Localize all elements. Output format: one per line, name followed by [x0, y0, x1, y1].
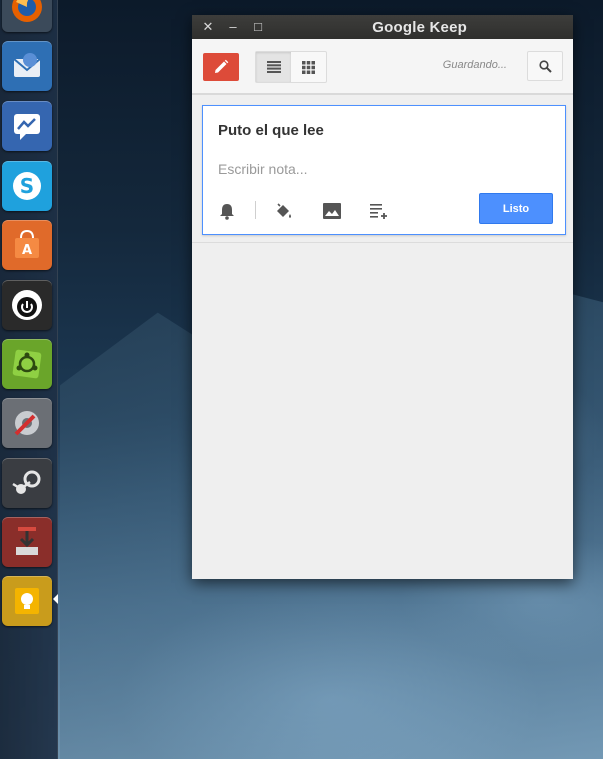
toolbar: Guardando...: [192, 39, 573, 95]
image-icon[interactable]: [321, 200, 343, 222]
save-status: Guardando...: [442, 59, 507, 71]
steam-icon[interactable]: [2, 458, 52, 508]
search-icon: [538, 59, 552, 73]
note-title-input[interactable]: Puto el que lee: [218, 122, 324, 139]
window-titlebar[interactable]: ✕ – □ Google Keep: [192, 15, 573, 39]
new-note-button[interactable]: [203, 53, 239, 81]
grid-view-icon: [302, 60, 315, 74]
software-center-icon[interactable]: A: [2, 220, 52, 270]
power-app-icon[interactable]: [2, 280, 52, 330]
keep-window: ✕ – □ Google Keep Guardando... Puto el q…: [192, 15, 573, 579]
launcher: S A: [0, 0, 58, 759]
checklist-icon[interactable]: [368, 200, 390, 222]
view-toggle: [255, 51, 327, 83]
active-app-indicator: [53, 594, 58, 604]
svg-text:A: A: [22, 243, 32, 258]
google-keep-icon[interactable]: [2, 576, 52, 626]
list-view-icon: [266, 61, 281, 73]
window-title: Google Keep: [372, 19, 467, 36]
messenger-icon[interactable]: [2, 101, 52, 151]
paint-bucket-icon[interactable]: [273, 200, 295, 222]
notes-list-divider: [192, 242, 573, 243]
icon-divider: [255, 201, 256, 219]
skype-icon[interactable]: S: [2, 161, 52, 211]
note-editor[interactable]: Puto el que lee Escribir nota... Listo: [202, 105, 566, 235]
svg-text:S: S: [20, 174, 34, 198]
done-button[interactable]: Listo: [479, 193, 553, 224]
pencil-icon: [215, 59, 229, 73]
toolbar-divider: [192, 93, 573, 95]
list-view-button[interactable]: [256, 52, 291, 82]
system-settings-icon[interactable]: [2, 398, 52, 448]
note-body-input[interactable]: Escribir nota...: [218, 161, 307, 177]
thunderbird-icon[interactable]: [2, 41, 52, 91]
firefox-icon[interactable]: [2, 0, 52, 32]
bell-icon[interactable]: [216, 200, 238, 222]
search-button[interactable]: [527, 51, 563, 81]
installer-icon[interactable]: [2, 517, 52, 567]
ubuntu-tweak-icon[interactable]: [2, 339, 52, 389]
grid-view-button[interactable]: [291, 52, 326, 82]
